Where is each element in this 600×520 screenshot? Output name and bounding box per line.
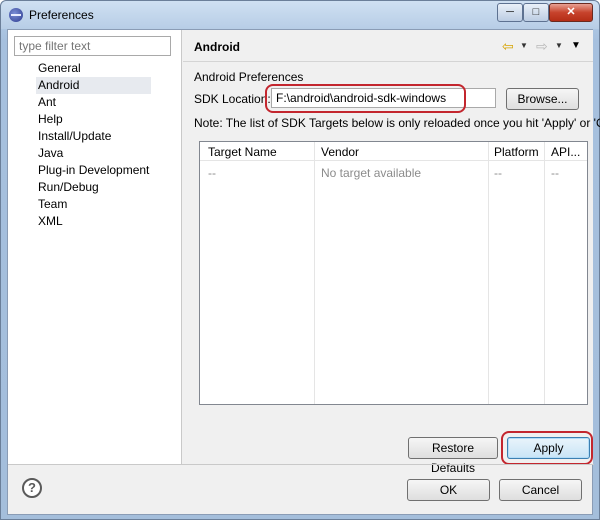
preferences-window: Preferences ─ □ ✕ General Android Ant He… <box>0 0 600 520</box>
preference-page: Android ⇦ ▼ ⇨ ▼ ▼ Android Preferences SD… <box>183 30 600 475</box>
page-title: Android <box>194 40 240 54</box>
tree-item-java[interactable]: Java <box>36 145 151 162</box>
tree-item-android[interactable]: Android <box>36 77 152 94</box>
tree-item-ant[interactable]: Ant <box>36 94 151 111</box>
tree-item-plugin-development[interactable]: Plug-in Development <box>36 162 151 179</box>
sdk-location-input[interactable] <box>271 88 496 108</box>
help-icon[interactable]: ? <box>22 478 42 498</box>
title-bar: Preferences ─ □ ✕ <box>1 1 599 29</box>
forward-arrow-icon[interactable]: ⇨ <box>536 38 548 55</box>
close-button[interactable]: ✕ <box>549 3 593 22</box>
column-header-target-name[interactable]: Target Name <box>208 145 277 159</box>
tree-item-help[interactable]: Help <box>36 111 151 128</box>
tree-item-install-update[interactable]: Install/Update <box>36 128 151 145</box>
column-header-platform[interactable]: Platform <box>494 145 539 159</box>
forward-dropdown-icon[interactable]: ▼ <box>555 41 563 50</box>
browse-button[interactable]: Browse... <box>506 88 579 110</box>
section-label: Android Preferences <box>194 70 304 84</box>
filter-input[interactable] <box>14 36 171 56</box>
preference-tree: General Android Ant Help Install/Update … <box>36 60 152 230</box>
cell-platform: -- <box>494 166 502 180</box>
cell-vendor: No target available <box>321 166 422 180</box>
ok-button[interactable]: OK <box>407 479 490 501</box>
sdk-targets-note: Note: The list of SDK Targets below is o… <box>194 116 600 130</box>
cell-target-name: -- <box>208 166 216 180</box>
column-divider <box>314 142 315 404</box>
maximize-button[interactable]: □ <box>523 3 549 22</box>
eclipse-icon <box>9 8 23 22</box>
table-header: Target Name Vendor Platform API... <box>200 142 587 161</box>
tree-item-xml[interactable]: XML <box>36 213 151 230</box>
back-arrow-icon[interactable]: ⇦ <box>502 38 514 55</box>
restore-defaults-button[interactable]: Restore Defaults <box>408 437 498 475</box>
window-title: Preferences <box>29 8 94 22</box>
cancel-button[interactable]: Cancel <box>499 479 582 501</box>
minimize-button[interactable]: ─ <box>497 3 523 22</box>
column-header-api[interactable]: API... <box>551 145 580 159</box>
back-dropdown-icon[interactable]: ▼ <box>520 41 528 50</box>
preference-tree-pane: General Android Ant Help Install/Update … <box>8 30 182 464</box>
tree-item-run-debug[interactable]: Run/Debug <box>36 179 151 196</box>
page-header: Android ⇦ ▼ ⇨ ▼ ▼ <box>183 30 593 62</box>
tree-item-general[interactable]: General <box>36 60 151 77</box>
apply-button[interactable]: Apply <box>507 437 590 459</box>
dialog-body: General Android Ant Help Install/Update … <box>7 29 600 515</box>
view-menu-icon[interactable]: ▼ <box>571 40 581 51</box>
column-header-vendor[interactable]: Vendor <box>321 145 359 159</box>
button-bar-separator <box>8 464 594 465</box>
sdk-targets-table[interactable]: Target Name Vendor Platform API... -- No… <box>199 141 588 405</box>
tree-item-team[interactable]: Team <box>36 196 151 213</box>
cell-api: -- <box>551 166 559 180</box>
column-divider <box>488 142 489 404</box>
column-divider <box>544 142 545 404</box>
sdk-location-label: SDK Location: <box>194 92 271 106</box>
